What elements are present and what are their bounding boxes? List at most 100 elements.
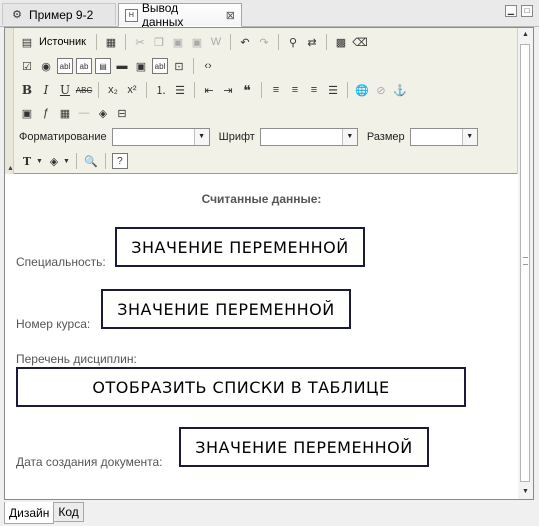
chevron-down-icon[interactable]: ▼ <box>193 129 209 145</box>
specialty-label: Специальность: <box>16 255 106 269</box>
select-field-icon[interactable]: ▤ <box>95 58 111 74</box>
close-icon[interactable]: ⊠ <box>226 9 235 22</box>
separator <box>194 82 195 98</box>
blockquote-icon[interactable]: ❝ <box>239 82 255 98</box>
textarea-icon[interactable]: ab <box>76 58 92 74</box>
copy-icon[interactable]: ❐ <box>151 34 167 50</box>
bold-icon[interactable]: B <box>19 82 35 98</box>
window-buttons: ▁ □ <box>505 5 533 17</box>
unlink-icon[interactable]: ⊘ <box>373 82 389 98</box>
document-heading: Считанные данные: <box>201 192 322 206</box>
indent-icon[interactable]: ⇥ <box>220 82 236 98</box>
paste-text-icon[interactable]: ▣ <box>189 34 205 50</box>
font-label: Шрифт <box>218 131 255 143</box>
toolbar-row-5: Форматирование ▼ Шрифт ▼ Размер ▼ <box>19 126 478 148</box>
table-icon[interactable]: ▦ <box>57 105 73 121</box>
collapse-arrow-icon[interactable]: ▲ <box>7 165 14 172</box>
disciplines-table-box[interactable]: ОТОБРАЗИТЬ СПИСКИ В ТАБЛИЦЕ <box>16 367 466 407</box>
separator <box>98 82 99 98</box>
redo-icon[interactable]: ↷ <box>256 34 272 50</box>
design-canvas[interactable]: Считанные данные: Специальность: ЗНАЧЕНИ… <box>5 174 518 499</box>
course-label: Номер курса: <box>16 317 91 331</box>
strikethrough-icon[interactable]: ABC <box>76 82 92 98</box>
hidden-field-icon[interactable]: abl <box>152 58 168 74</box>
html-tag-icon[interactable]: ‹› <box>200 58 216 74</box>
chevron-down-icon[interactable]: ▼ <box>36 158 43 165</box>
source-view-icon[interactable]: ▤ <box>19 34 35 50</box>
gear-icon: ⚙ <box>12 9 22 21</box>
chevron-down-icon[interactable]: ▼ <box>461 129 477 145</box>
numbered-list-icon[interactable]: ⒈ <box>153 82 169 98</box>
minimize-icon[interactable]: ▁ <box>505 5 517 17</box>
course-variable-box[interactable]: ЗНАЧЕНИЕ ПЕРЕМЕННОЙ <box>101 289 351 329</box>
font-select[interactable]: ▼ <box>259 128 358 146</box>
text-field-icon[interactable]: abl <box>57 58 73 74</box>
separator <box>193 58 194 74</box>
chevron-down-icon[interactable]: ▼ <box>341 129 357 145</box>
align-right-icon[interactable]: ≡ <box>306 82 322 98</box>
text-color-icon[interactable]: T <box>19 153 35 169</box>
format-select[interactable]: ▼ <box>111 128 210 146</box>
button-field-icon[interactable]: ▬ <box>114 58 130 74</box>
formatting-toolbar: ▲ ▤ Источник ▦ ✂ ❐ ▣ ▣ W ↶ ↷ ⚲ ⇄ ▩ ⌫ ☑ ◉ <box>5 28 518 174</box>
help-icon[interactable]: ? <box>111 153 128 169</box>
outdent-icon[interactable]: ⇤ <box>201 82 217 98</box>
disciplines-label: Перечень дисциплин: <box>16 352 137 366</box>
view-mode-tabs: Дизайн Код <box>4 502 84 524</box>
tab-vyvod-dannyh[interactable]: H Вывод данных ⊠ <box>118 1 242 29</box>
align-left-icon[interactable]: ≡ <box>268 82 284 98</box>
vertical-scrollbar[interactable]: ▲ ▼ <box>517 28 533 499</box>
link-icon[interactable]: 🌐 <box>354 82 370 98</box>
tab-code[interactable]: Код <box>54 502 84 522</box>
source-button[interactable]: Источник <box>39 36 86 48</box>
underline-icon[interactable]: U <box>57 82 73 98</box>
find-icon[interactable]: ⚲ <box>285 34 301 50</box>
paste-icon[interactable]: ▣ <box>170 34 186 50</box>
justify-icon[interactable]: ☰ <box>325 82 341 98</box>
checkbox-icon[interactable]: ☑ <box>19 58 35 74</box>
page-break-icon[interactable]: ⊟ <box>114 105 130 121</box>
select-all-icon[interactable]: ▩ <box>333 34 349 50</box>
tab-primer-9-2[interactable]: ⚙ Пример 9-2 <box>2 3 116 25</box>
toolbar-row-4: ▣ ƒ ▦ — ◈ ⊟ <box>19 102 130 124</box>
tab-design[interactable]: Дизайн <box>4 502 55 524</box>
date-label: Дата создания документа: <box>16 455 163 469</box>
size-select[interactable]: ▼ <box>409 128 478 146</box>
date-variable-box[interactable]: ЗНАЧЕНИЕ ПЕРЕМЕННОЙ <box>179 427 429 467</box>
eraser-icon[interactable]: ⌫ <box>352 34 368 50</box>
separator <box>229 34 231 50</box>
chevron-down-icon[interactable]: ▼ <box>63 158 70 165</box>
paste-word-icon[interactable]: W <box>208 34 224 50</box>
toolbar-row-2: ☑ ◉ abl ab ▤ ▬ ▣ abl ⊡ ‹› <box>19 55 216 77</box>
toolbar-handle[interactable]: ▲ <box>5 28 14 174</box>
image-button-icon[interactable]: ▣ <box>133 58 149 74</box>
scroll-down-icon[interactable]: ▼ <box>518 485 533 499</box>
superscript-icon[interactable]: x² <box>124 82 140 98</box>
preview-icon[interactable]: 🔍 <box>83 153 99 169</box>
separator <box>261 82 262 98</box>
bulleted-list-icon[interactable]: ☰ <box>172 82 188 98</box>
tab-label: Вывод данных <box>141 1 184 29</box>
scroll-up-icon[interactable]: ▲ <box>518 28 533 42</box>
undo-icon[interactable]: ↶ <box>237 34 253 50</box>
subscript-icon[interactable]: x₂ <box>105 82 121 98</box>
image-icon[interactable]: ▣ <box>19 105 35 121</box>
background-color-icon[interactable]: ◈ <box>46 153 62 169</box>
horizontal-rule-icon[interactable]: — <box>76 105 92 121</box>
document-properties-icon[interactable]: ▦ <box>103 34 119 50</box>
scroll-thumb[interactable] <box>520 44 530 482</box>
special-char-icon[interactable]: ◈ <box>95 105 111 121</box>
separator <box>75 153 77 169</box>
radio-icon[interactable]: ◉ <box>38 58 54 74</box>
separator <box>104 153 106 169</box>
italic-icon[interactable]: I <box>38 82 54 98</box>
anchor-icon[interactable]: ⚓ <box>392 82 408 98</box>
align-center-icon[interactable]: ≡ <box>287 82 303 98</box>
specialty-variable-box[interactable]: ЗНАЧЕНИЕ ПЕРЕМЕННОЙ <box>115 227 365 267</box>
replace-icon[interactable]: ⇄ <box>304 34 320 50</box>
cut-icon[interactable]: ✂ <box>132 34 148 50</box>
flash-icon[interactable]: ƒ <box>38 105 54 121</box>
format-label: Форматирование <box>19 131 107 143</box>
maximize-icon[interactable]: □ <box>521 5 533 17</box>
form-icon[interactable]: ⊡ <box>171 58 187 74</box>
